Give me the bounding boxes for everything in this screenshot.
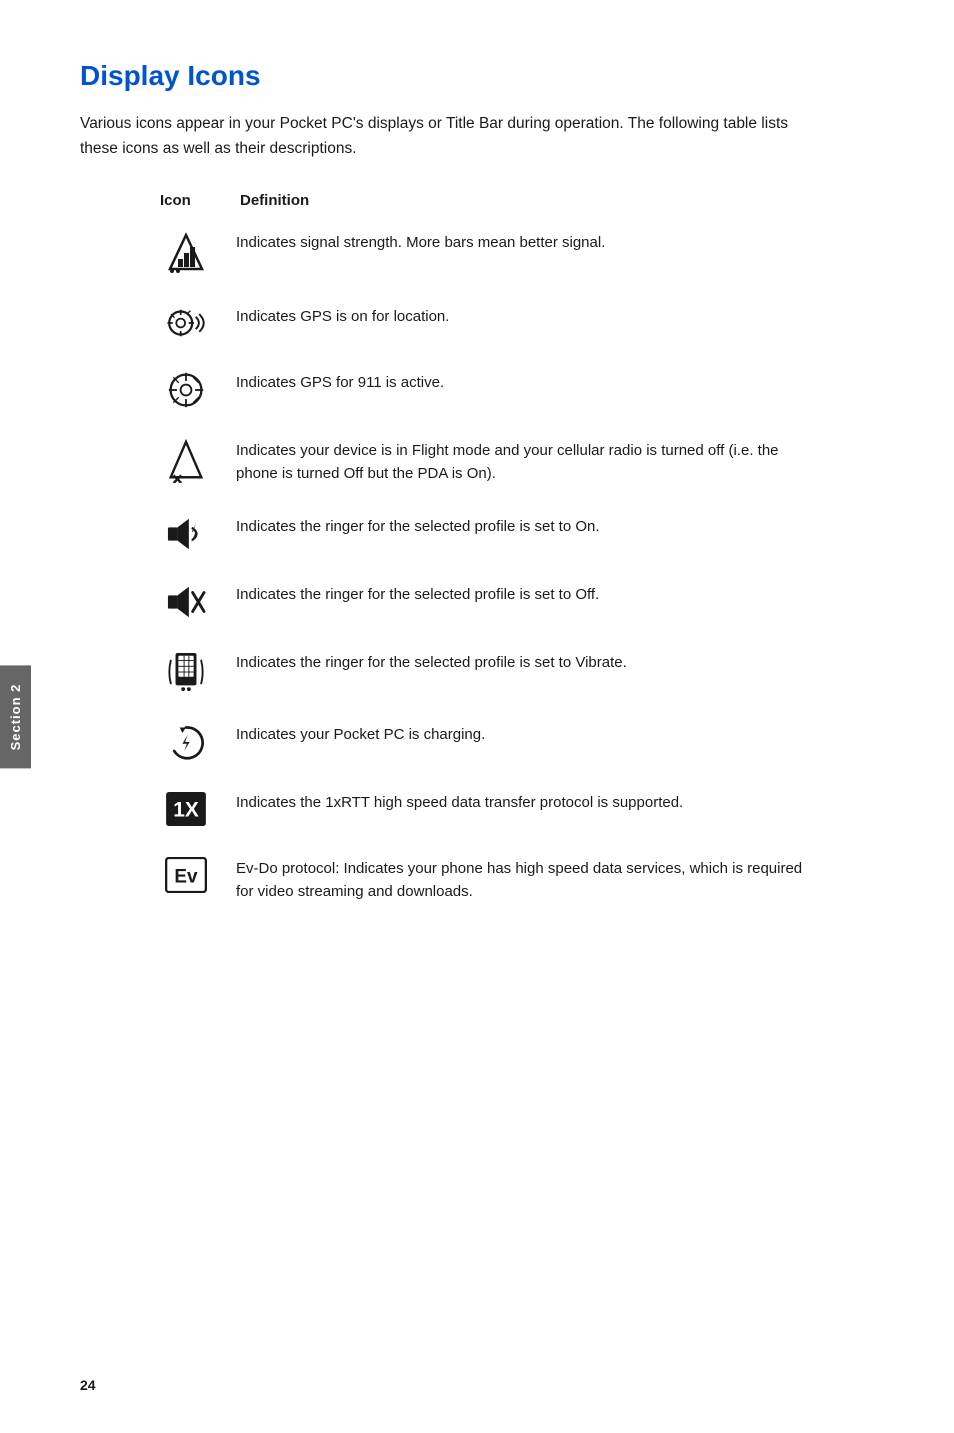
intro-text: Various icons appear in your Pocket PC's… (80, 112, 820, 162)
signal-strength-def: Indicates signal strength. More bars mea… (236, 229, 820, 254)
1xrtt-icon: 1X (160, 789, 212, 827)
list-item: Indicates GPS is on for location. (160, 303, 820, 341)
def-column-header: Definition (240, 192, 309, 209)
page-number: 24 (80, 1377, 96, 1393)
page-title: Display Icons (80, 60, 820, 92)
gps-on-def: Indicates GPS is on for location. (236, 303, 820, 328)
list-item: Indicates the ringer for the selected pr… (160, 649, 820, 693)
flight-mode-def: Indicates your device is in Flight mode … (236, 437, 820, 486)
ringer-off-icon (160, 581, 212, 621)
evdo-icon: Ev (160, 855, 212, 893)
svg-text:Ev: Ev (174, 867, 198, 888)
list-item: Indicates GPS for 911 is active. (160, 369, 820, 409)
list-item: Indicates the ringer for the selected pr… (160, 581, 820, 621)
table-header: IconDefinition (80, 192, 820, 209)
svg-text:1X: 1X (173, 799, 199, 822)
ringer-off-def: Indicates the ringer for the selected pr… (236, 581, 820, 606)
list-item: Ev Ev-Do protocol: Indicates your phone … (160, 855, 820, 904)
evdo-def: Ev-Do protocol: Indicates your phone has… (236, 855, 820, 904)
charging-def: Indicates your Pocket PC is charging. (236, 721, 820, 746)
gps-on-icon (160, 303, 212, 341)
list-item: Indicates the ringer for the selected pr… (160, 513, 820, 553)
list-item: Indicates signal strength. More bars mea… (160, 229, 820, 275)
ringer-vibrate-icon (160, 649, 212, 693)
flight-mode-icon (160, 437, 212, 483)
1xrtt-def: Indicates the 1xRTT high speed data tran… (236, 789, 820, 814)
ringer-vibrate-def: Indicates the ringer for the selected pr… (236, 649, 820, 674)
list-item: 1X Indicates the 1xRTT high speed data t… (160, 789, 820, 827)
icon-column-header: Icon (160, 192, 240, 209)
gps-911-def: Indicates GPS for 911 is active. (236, 369, 820, 394)
ringer-on-icon (160, 513, 212, 553)
signal-strength-icon (160, 229, 212, 275)
gps-911-icon (160, 369, 212, 409)
charging-icon (160, 721, 212, 761)
list-item: Indicates your Pocket PC is charging. (160, 721, 820, 761)
list-item: Indicates your device is in Flight mode … (160, 437, 820, 486)
ringer-on-def: Indicates the ringer for the selected pr… (236, 513, 820, 538)
section-tab: Section 2 (0, 665, 31, 768)
icon-table: Indicates signal strength. More bars mea… (80, 229, 820, 904)
